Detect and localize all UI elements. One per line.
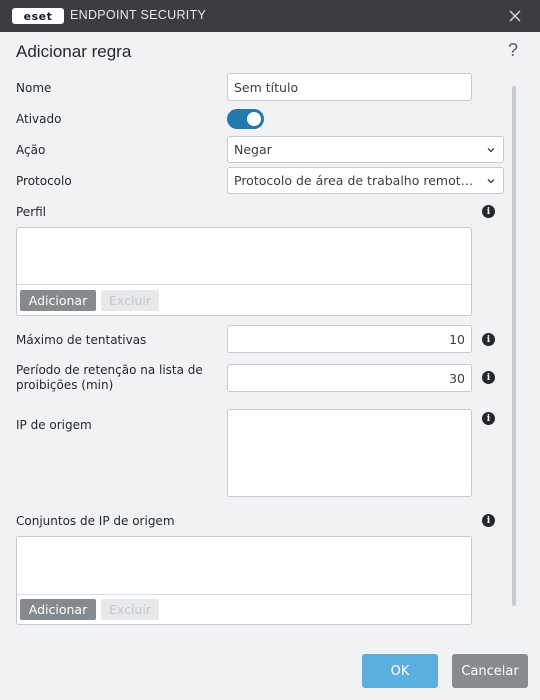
eset-logo: eset	[12, 8, 64, 24]
help-icon[interactable]: ?	[508, 40, 518, 61]
profile-label: Perfil	[16, 205, 47, 219]
max-attempts-input[interactable]: 10	[227, 325, 472, 353]
source-ip-textarea[interactable]	[227, 409, 472, 497]
info-icon[interactable]: i	[482, 205, 495, 218]
max-attempts-value: 10	[449, 331, 465, 347]
dialog-title: Adicionar regra	[16, 42, 132, 61]
app-name: ENDPOINT SECURITY	[70, 8, 207, 22]
vertical-scrollbar[interactable]	[512, 86, 516, 606]
source-ip-label: IP de origem	[16, 418, 92, 432]
enabled-label: Ativado	[16, 112, 62, 126]
profile-delete-button[interactable]: Excluir	[101, 290, 159, 311]
action-select[interactable]: Negar	[227, 136, 504, 163]
retention-label: Período de retenção na lista de proibiçõ…	[16, 363, 203, 392]
enabled-toggle[interactable]	[227, 109, 264, 129]
source-ip-sets-list[interactable]: Adicionar Excluir	[16, 536, 472, 625]
name-placeholder: Sem título	[234, 79, 299, 95]
name-input[interactable]: Sem título	[227, 73, 472, 101]
divider	[17, 594, 471, 595]
retention-input[interactable]: 30	[227, 364, 472, 392]
info-icon[interactable]: i	[482, 412, 495, 425]
info-icon[interactable]: i	[482, 371, 495, 384]
divider	[17, 284, 471, 285]
action-value: Negar	[234, 142, 272, 157]
max-attempts-label: Máximo de tentativas	[16, 333, 147, 347]
chevron-down-icon	[487, 148, 495, 153]
profile-add-button[interactable]: Adicionar	[20, 290, 96, 311]
info-icon[interactable]: i	[482, 333, 495, 346]
action-label: Ação	[16, 143, 46, 157]
cancel-button[interactable]: Cancelar	[452, 654, 528, 688]
ok-button[interactable]: OK	[362, 654, 438, 688]
name-label: Nome	[16, 81, 52, 95]
protocol-select[interactable]: Protocolo de área de trabalho remota (RD…	[227, 167, 504, 194]
source-ip-sets-label: Conjuntos de IP de origem	[16, 514, 175, 528]
protocol-label: Protocolo	[16, 174, 72, 188]
info-icon[interactable]: i	[482, 514, 495, 527]
retention-value: 30	[449, 370, 465, 386]
title-bar: eset ENDPOINT SECURITY	[0, 0, 540, 32]
close-icon[interactable]	[506, 7, 524, 25]
protocol-value: Protocolo de área de trabalho remota (RD…	[234, 173, 477, 188]
chevron-down-icon	[487, 179, 495, 184]
profile-list[interactable]: Adicionar Excluir	[16, 227, 472, 316]
ip-sets-add-button[interactable]: Adicionar	[20, 599, 96, 620]
toggle-knob	[247, 112, 261, 126]
ip-sets-delete-button[interactable]: Excluir	[101, 599, 159, 620]
